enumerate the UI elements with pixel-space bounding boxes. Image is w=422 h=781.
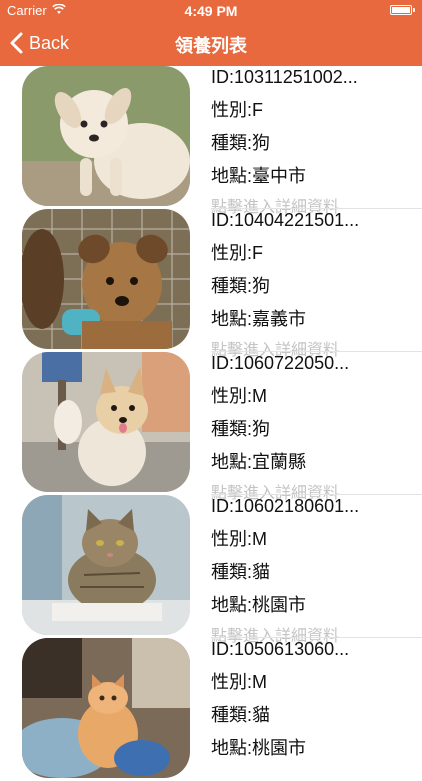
list-item[interactable]: ID:10311251002... 性別:F 種類:狗 地點:臺中市 點擊進入詳…: [0, 66, 422, 216]
pet-photo: [22, 209, 190, 349]
list-item[interactable]: ID:10404221501... 性別:F 種類:狗 地點:嘉義市 點擊進入詳…: [0, 209, 422, 359]
pet-sex: 性別:M: [211, 672, 267, 692]
pet-location: 地點:桃園市: [211, 738, 307, 758]
pet-sex: 性別:F: [211, 100, 263, 120]
adoption-list[interactable]: ID:10311251002... 性別:F 種類:狗 地點:臺中市 點擊進入詳…: [0, 66, 422, 781]
pet-kind: 種類:狗: [211, 276, 271, 296]
pet-kind: 種類:狗: [211, 133, 271, 153]
pet-location: 地點:宜蘭縣: [211, 452, 307, 472]
pet-id: ID:10404221501...: [211, 210, 360, 230]
pet-sex: 性別:M: [211, 386, 267, 406]
status-bar: Carrier 4:49 PM: [0, 0, 422, 22]
pet-photo: [22, 638, 190, 778]
pet-location: 地點:嘉義市: [211, 309, 307, 329]
clock: 4:49 PM: [184, 3, 238, 19]
pet-id: ID:10311251002...: [211, 67, 358, 87]
pet-id: ID:1060722050...: [211, 353, 350, 373]
pet-id: ID:1050613060...: [211, 639, 350, 659]
pet-location: 地點:臺中市: [211, 166, 307, 186]
pet-id: ID:10602180601...: [211, 496, 360, 516]
pet-kind: 種類:狗: [211, 419, 271, 439]
pet-photo: [22, 495, 190, 635]
pet-kind: 種類:貓: [211, 562, 271, 582]
header: Carrier 4:49 PM Back 領養列表: [0, 0, 422, 66]
battery-icon: [390, 5, 415, 15]
list-item[interactable]: ID:1060722050... 性別:M 種類:狗 地點:宜蘭縣 點擊進入詳細…: [0, 352, 422, 502]
pet-location: 地點:桃園市: [211, 595, 307, 615]
pet-photo: [22, 352, 190, 492]
pet-photo: [22, 66, 190, 206]
navigation-bar: Back 領養列表: [0, 22, 422, 66]
list-item[interactable]: ID:10602180601... 性別:M 種類:貓 地點:桃園市 點擊進入詳…: [0, 495, 422, 645]
page-title: 領養列表: [175, 36, 247, 56]
pet-sex: 性別:F: [211, 243, 263, 263]
list-item[interactable]: ID:1050613060... 性別:M 種類:貓 地點:桃園市: [0, 638, 422, 781]
pet-sex: 性別:M: [211, 529, 267, 549]
pet-kind: 種類:貓: [211, 705, 271, 725]
